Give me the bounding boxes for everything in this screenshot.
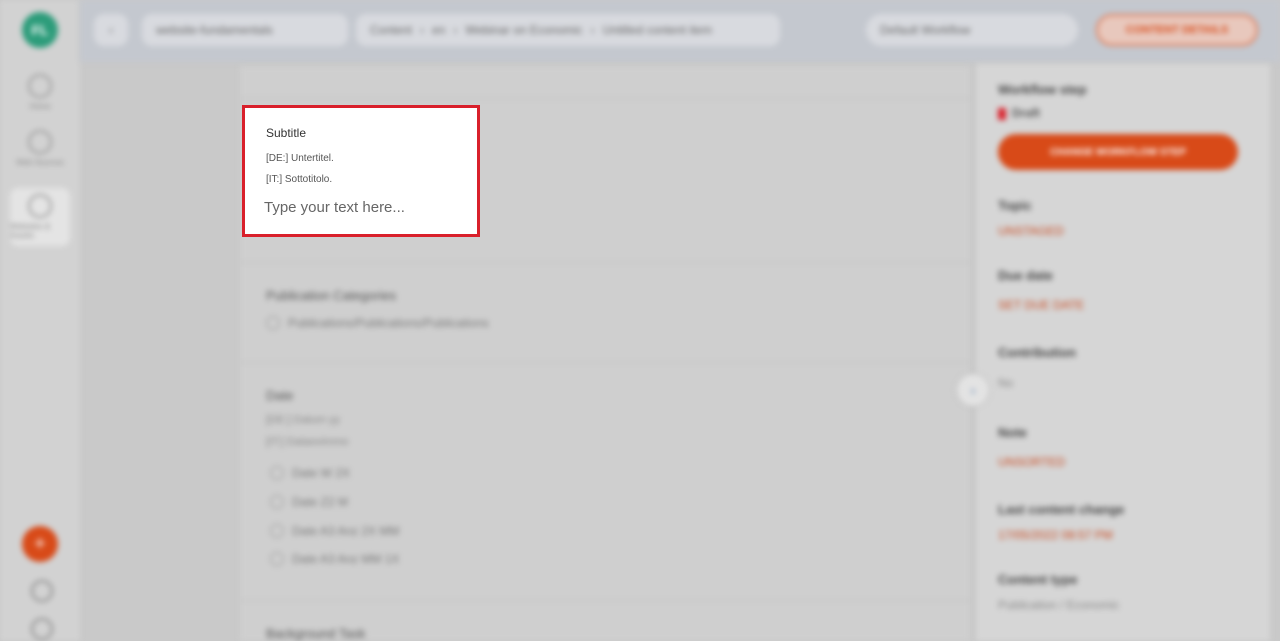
option-label: Date W 2X — [292, 466, 351, 480]
rail-item-label: Home — [29, 102, 51, 111]
subtitle-input[interactable] — [264, 196, 454, 218]
note-value[interactable]: UNSORTED — [998, 455, 1065, 469]
globe-icon — [28, 194, 52, 218]
radio-icon — [270, 495, 284, 509]
due-date-value[interactable]: SET DUE DATE — [998, 298, 1084, 312]
option-label: Date Z2 M — [292, 495, 349, 509]
date-option[interactable]: Date Z2 M — [270, 495, 348, 509]
date-label: Date — [266, 388, 294, 403]
content-type-label: Content type — [998, 572, 1078, 587]
home-icon — [28, 74, 52, 98]
workflow-filter-select[interactable]: Default Workflow — [866, 14, 1078, 46]
subtitle-field-card: Subtitle [DE:] Untertitel. [IT:] Sottoti… — [242, 105, 480, 237]
breadcrumb-item: Untitled content item — [602, 23, 712, 37]
breadcrumb-item[interactable]: en — [432, 23, 445, 37]
date-option[interactable]: Date A3 Anz MM 1X — [270, 552, 399, 566]
radio-icon — [270, 552, 284, 566]
rail-item-home[interactable]: Home — [10, 68, 70, 126]
categories-label: Publication Categories — [266, 288, 397, 303]
radio-icon — [270, 466, 284, 480]
topic-value[interactable]: UNSTAGED — [998, 224, 1064, 238]
app-logo[interactable]: FL — [22, 12, 58, 48]
divider — [240, 98, 970, 99]
breadcrumb: Content › en › Webinar on Economic › Unt… — [356, 14, 780, 46]
radio-icon — [270, 524, 284, 538]
subtitle-label: Subtitle — [266, 126, 307, 140]
date-translation-de: [DE:] Datum yy — [266, 414, 340, 426]
rail-item-label: Web Sources — [16, 158, 64, 167]
topic-label: Topic — [998, 198, 1032, 213]
note-label: Note — [998, 425, 1027, 440]
content-type-value: Publication / Economic — [998, 598, 1120, 612]
contribution-label: Contribution — [998, 345, 1076, 360]
notifications-icon[interactable] — [31, 618, 53, 640]
help-icon[interactable] — [31, 580, 53, 602]
divider — [240, 362, 970, 363]
breadcrumb-item[interactable]: Webinar on Economic — [465, 23, 582, 37]
last-change-label: Last content change — [998, 502, 1125, 517]
details-panel: Workflow step Draft CHANGE WORKFLOW STEP… — [976, 64, 1270, 641]
workspace-selector[interactable]: website-fundamentals — [142, 14, 348, 46]
rail-item-label: Websites & Assets — [10, 222, 51, 240]
left-rail: FL Home Web Sources Websites & Assets + — [0, 0, 80, 641]
subtitle-translation-it: [IT:] Sottotitolo. — [266, 174, 333, 185]
subtitle-translation-de: [DE:] Untertitel. — [266, 153, 334, 164]
due-date-label: Due date — [998, 268, 1053, 283]
date-translation-it: [IT:] Dataovimmo — [266, 436, 349, 448]
globe-icon — [28, 130, 52, 154]
chevron-right-icon: › — [970, 382, 976, 398]
option-label: Publications/Publications/Publications — [288, 316, 489, 330]
back-button[interactable]: ‹ — [94, 14, 128, 46]
date-option[interactable]: Date A3 Anz 2X MM — [270, 524, 399, 538]
workflow-step-label: Workflow step — [998, 82, 1087, 97]
status-badge — [998, 107, 1006, 120]
option-label: Date A3 Anz 2X MM — [292, 524, 400, 538]
add-button[interactable]: + — [22, 526, 58, 562]
divider — [240, 262, 970, 263]
date-option[interactable]: Date W 2X — [270, 466, 350, 480]
categories-option[interactable]: Publications/Publications/Publications — [266, 316, 489, 330]
radio-icon — [266, 316, 280, 330]
rail-item-websites[interactable]: Websites & Assets — [10, 188, 70, 246]
option-label: Date A3 Anz MM 1X — [292, 552, 400, 566]
change-workflow-step-button[interactable]: CHANGE WORKFLOW STEP — [998, 134, 1238, 170]
collapse-panel-button[interactable]: › — [956, 373, 990, 407]
last-change-value: 17/05/2022 08:57 PM — [998, 528, 1113, 542]
breadcrumb-item[interactable]: Content — [370, 23, 412, 37]
contribution-value: No — [998, 376, 1014, 390]
rail-item-web-sources[interactable]: Web Sources — [10, 124, 70, 182]
divider — [240, 600, 970, 601]
top-bar: ‹ website-fundamentals Content › en › We… — [80, 0, 1280, 62]
workflow-step-value: Draft — [998, 106, 1040, 120]
next-section-label: Background Task — [266, 626, 366, 641]
content-details-button[interactable]: CONTENT DETAILS — [1096, 14, 1258, 46]
